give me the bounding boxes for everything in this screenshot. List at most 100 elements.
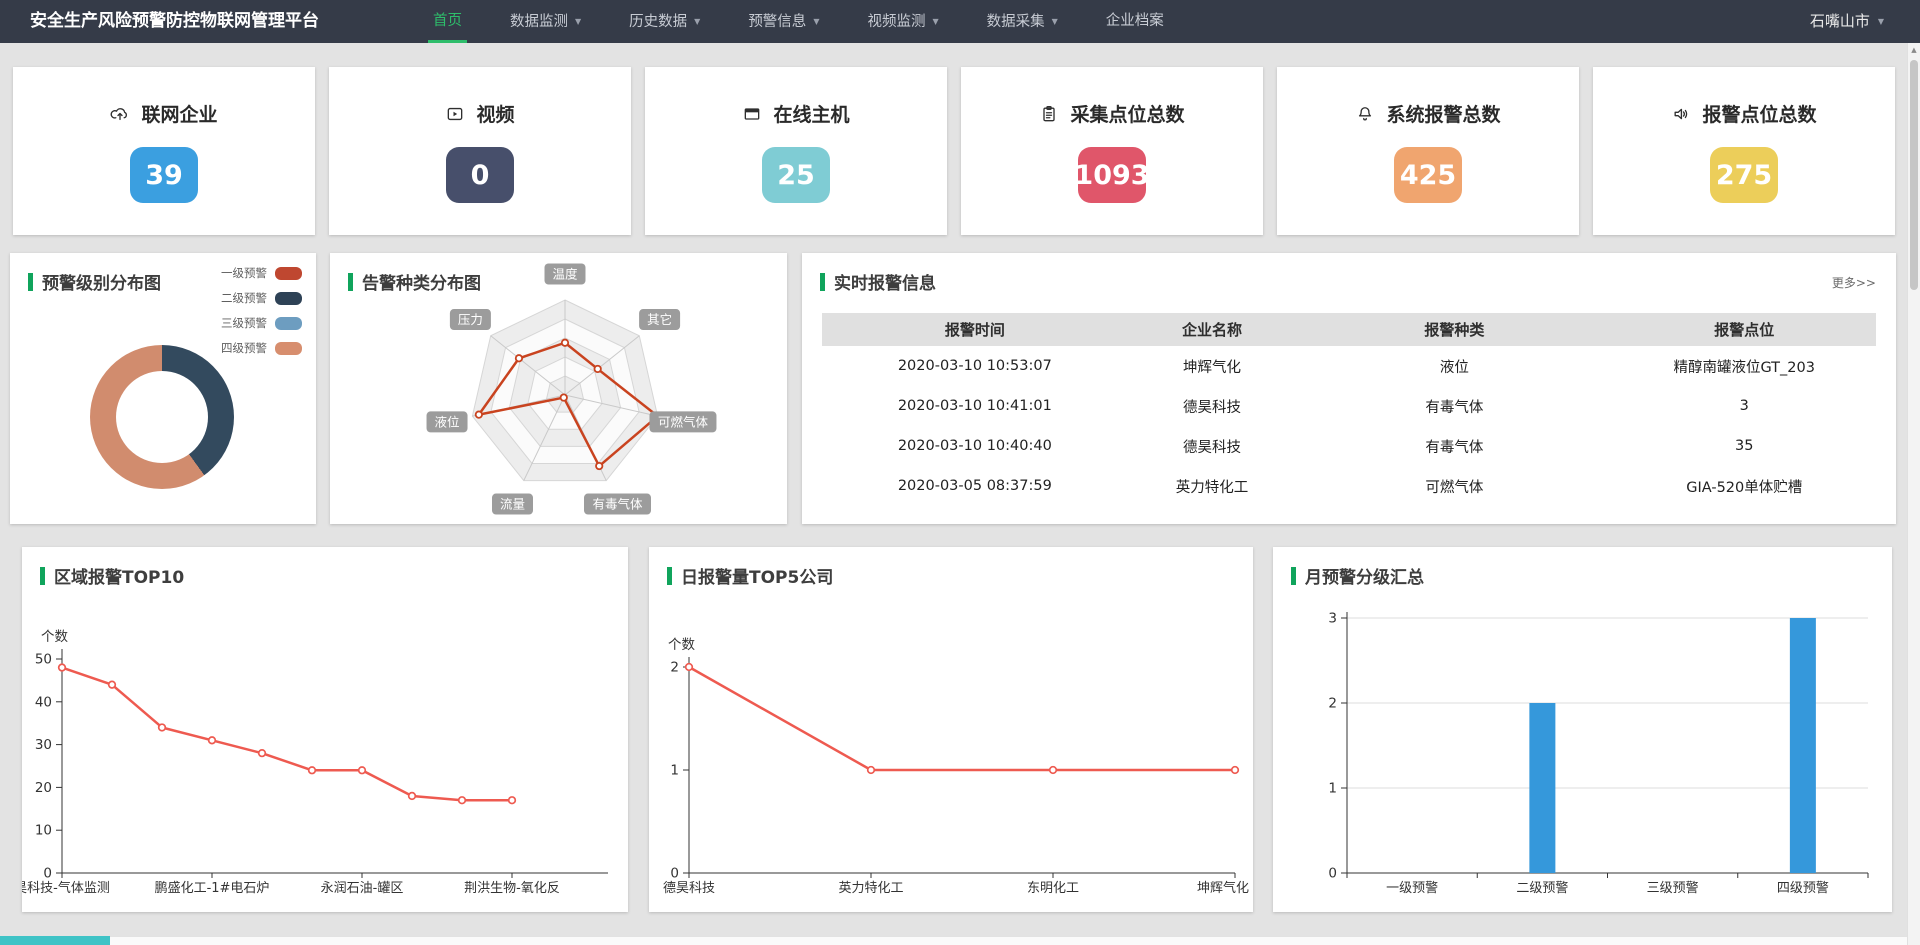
scroll-up-arrow[interactable]: ▲ <box>1908 43 1920 58</box>
title-accent-bar <box>28 273 33 291</box>
panel-title: 日报警量TOP5公司 <box>681 563 833 588</box>
dashboard: 安全生产风险预警防控物联网管理平台 首页 数据监测▼ 历史数据▼ 预警信息▼ 视… <box>0 0 1920 945</box>
radar-axis-label: 流量 <box>492 494 533 515</box>
donut-legend: 一级预警 二级预警 三级预警 四级预警 <box>221 265 302 365</box>
stat-label: 采集点位总数 <box>1070 100 1184 127</box>
col-alarm-point: 报警点位 <box>1612 313 1876 346</box>
nav-item-warning-info[interactable]: 预警信息▼ <box>735 0 832 43</box>
legend-item-level4[interactable]: 四级预警 <box>221 340 302 356</box>
stat-card-collect-points: 采集点位总数 1093 <box>961 67 1263 235</box>
svg-text:鹏盛化工-1#电石炉: 鹏盛化工-1#电石炉 <box>155 881 270 896</box>
more-link[interactable]: 更多>> <box>1832 274 1876 291</box>
title-accent-bar <box>348 273 353 291</box>
stat-label: 系统报警总数 <box>1386 100 1500 127</box>
clipboard-icon <box>1039 104 1059 124</box>
nav-menu: 首页 数据监测▼ 历史数据▼ 预警信息▼ 视频监测▼ 数据采集▼ 企业档案 <box>420 0 1199 43</box>
stat-value-badge: 0 <box>446 147 514 203</box>
svg-text:个数: 个数 <box>668 637 696 653</box>
stat-card-alarm-points: 报警点位总数 275 <box>1593 67 1895 235</box>
legend-item-level1[interactable]: 一级预警 <box>221 265 302 281</box>
warning-level-donut-chart <box>90 345 234 489</box>
panel-daily-alarm-top5: 日报警量TOP5公司 012个数德昊科技英力特化工东明化工坤辉气化 <box>649 547 1253 912</box>
footer-teal-bar <box>0 936 110 945</box>
nav-item-data-monitor[interactable]: 数据监测▼ <box>497 0 594 43</box>
svg-text:1: 1 <box>1328 781 1337 797</box>
svg-text:温度: 温度 <box>552 267 578 282</box>
stat-card-enterprises: 联网企业 39 <box>13 67 315 235</box>
cloud-upload-icon <box>110 104 130 124</box>
video-icon <box>445 104 465 124</box>
svg-text:三级预警: 三级预警 <box>1647 880 1699 896</box>
nav-item-video-monitor[interactable]: 视频监测▼ <box>854 0 951 43</box>
svg-text:1: 1 <box>670 763 679 779</box>
svg-text:30: 30 <box>35 737 52 753</box>
svg-text:荆洪生物-氧化反: 荆洪生物-氧化反 <box>464 880 560 896</box>
radar-axis-label: 可燃气体 <box>649 411 716 432</box>
svg-text:10: 10 <box>35 823 52 839</box>
legend-swatch <box>275 267 302 280</box>
svg-text:2: 2 <box>1328 696 1337 712</box>
stat-label: 报警点位总数 <box>1702 100 1816 127</box>
nav-item-data-collect[interactable]: 数据采集▼ <box>974 0 1071 43</box>
svg-text:有毒气体: 有毒气体 <box>592 497 643 512</box>
bell-icon <box>1355 104 1375 124</box>
col-alarm-time: 报警时间 <box>822 313 1128 346</box>
svg-text:40: 40 <box>35 694 52 710</box>
app-title: 安全生产风险预警防控物联网管理平台 <box>30 0 319 43</box>
nav-item-history-data[interactable]: 历史数据▼ <box>616 0 713 43</box>
legend-swatch <box>275 317 302 330</box>
chevron-down-icon: ▼ <box>932 17 938 26</box>
table-row: 2020-03-10 10:53:07坤辉气化液位精醇南罐液位GT_203 <box>822 346 1876 386</box>
stat-card-system-alarms: 系统报警总数 425 <box>1277 67 1579 235</box>
col-alarm-kind: 报警种类 <box>1296 313 1612 346</box>
legend-item-level2[interactable]: 二级预警 <box>221 290 302 306</box>
svg-text:0: 0 <box>670 866 679 882</box>
svg-text:德昊科技: 德昊科技 <box>663 881 715 896</box>
bar <box>1529 703 1555 873</box>
stat-label: 联网企业 <box>141 100 217 127</box>
chevron-down-icon: ▼ <box>575 17 581 26</box>
chevron-down-icon: ▼ <box>1878 17 1884 26</box>
stat-label: 视频 <box>476 100 514 127</box>
table-row: 2020-03-05 08:37:59英力特化工可燃气体GIA-520单体贮槽 <box>822 466 1876 506</box>
svg-text:永润石油-罐区: 永润石油-罐区 <box>321 881 404 896</box>
title-accent-bar <box>40 567 45 585</box>
nav-item-home[interactable]: 首页 <box>420 0 475 43</box>
stat-label: 在线主机 <box>773 100 849 127</box>
svg-text:液位: 液位 <box>435 414 460 429</box>
chevron-down-icon: ▼ <box>813 17 819 26</box>
table-header-row: 报警时间 企业名称 报警种类 报警点位 <box>822 313 1876 346</box>
speaker-icon <box>1671 104 1691 124</box>
panel-title: 告警种类分布图 <box>362 269 481 294</box>
legend-item-level3[interactable]: 三级预警 <box>221 315 302 331</box>
panel-title: 月预警分级汇总 <box>1305 563 1424 588</box>
svg-text:0: 0 <box>1328 866 1337 882</box>
svg-text:3: 3 <box>1328 611 1337 627</box>
radar-axis-label: 其它 <box>639 309 680 330</box>
legend-swatch <box>275 292 302 305</box>
radar-axis-label: 液位 <box>427 411 468 432</box>
svg-text:二级预警: 二级预警 <box>1516 880 1568 896</box>
svg-text:坤辉气化: 坤辉气化 <box>1197 880 1249 896</box>
nav-item-enterprise-archive[interactable]: 企业档案 <box>1093 0 1177 43</box>
radar-axis-label: 温度 <box>545 264 586 285</box>
panel-title: 预警级别分布图 <box>42 269 161 294</box>
monthly-warning-bar-chart: 0 1 2 3 一级预警 二级预警 三级预警 四级预警 <box>1273 547 1892 912</box>
radar-axis-label: 有毒气体 <box>584 494 651 515</box>
stat-card-online-hosts: 在线主机 25 <box>645 67 947 235</box>
panel-title: 实时报警信息 <box>834 269 936 294</box>
svg-text:昊科技-气体监测: 昊科技-气体监测 <box>22 880 110 896</box>
panel-monthly-warning-summary: 月预警分级汇总 0 1 2 3 一级预警 二级预警 三级预警 四级预警 <box>1273 547 1892 912</box>
table-row: 2020-03-10 10:41:01德昊科技有毒气体3 <box>822 386 1876 426</box>
stat-card-video: 视频 0 <box>329 67 631 235</box>
footer-strip <box>0 936 1907 945</box>
svg-text:一级预警: 一级预警 <box>1386 880 1438 896</box>
region-selector[interactable]: 石嘴山市▼ <box>1810 0 1884 43</box>
svg-text:四级预警: 四级预警 <box>1777 880 1829 896</box>
panel-region-alarm-top10: 区域报警TOP10 01020304050个数昊科技-气体监测鹏盛化工-1#电石… <box>22 547 628 912</box>
vertical-scrollbar[interactable]: ▲ <box>1907 43 1920 945</box>
svg-text:个数: 个数 <box>41 629 68 645</box>
scrollbar-thumb[interactable] <box>1910 60 1918 290</box>
top-nav: 安全生产风险预警防控物联网管理平台 首页 数据监测▼ 历史数据▼ 预警信息▼ 视… <box>0 0 1920 43</box>
svg-text:20: 20 <box>35 780 52 796</box>
